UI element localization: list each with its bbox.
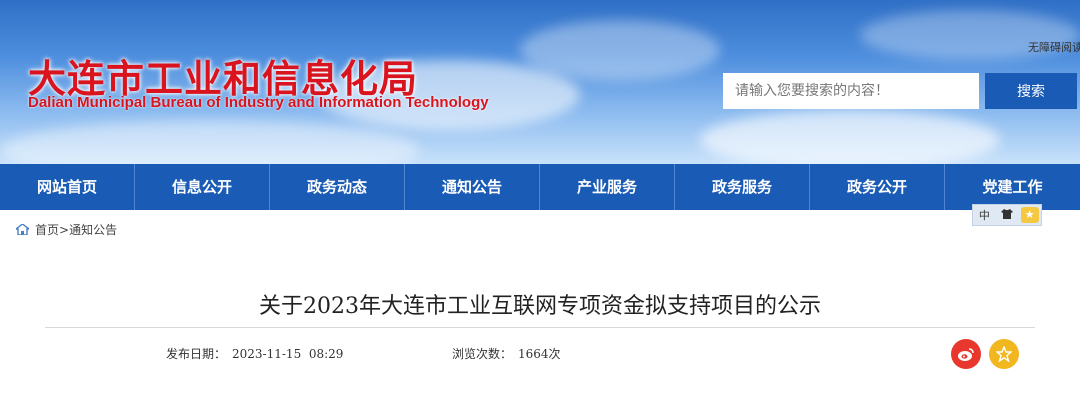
home-icon [16,224,29,235]
favorite-icon[interactable]: ★ [1020,207,1039,223]
cloud-decoration [700,110,1000,164]
nav-item-government-news[interactable]: 政务动态 [270,164,405,210]
search-button[interactable]: 搜索 [985,73,1077,109]
search-input[interactable] [723,73,979,109]
breadcrumb-separator: > [59,222,70,237]
publish-date: 发布日期： 2023-11-15 08:29 [166,345,343,362]
nav-item-government-services[interactable]: 政务服务 [675,164,810,210]
floating-toolbar: 中 ★ [972,204,1042,226]
view-count-value: 1664次 [518,347,561,361]
nav-item-government-affairs[interactable]: 政务公开 [810,164,945,210]
breadcrumb: 首页 > 通知公告 [16,221,117,238]
main-nav: 网站首页 信息公开 政务动态 通知公告 产业服务 政务服务 政务公开 党建工作 [0,164,1080,210]
shirt-icon[interactable] [998,208,1016,222]
nav-item-industry-services[interactable]: 产业服务 [540,164,675,210]
cloud-decoration [0,120,420,164]
publish-date-value: 2023-11-15 08:29 [232,347,344,361]
breadcrumb-home-link[interactable]: 首页 [35,221,59,238]
article-title: 关于2023年大连市工业互联网专项资金拟支持项目的公示 [259,294,821,319]
view-count-label: 浏览次数： [452,347,513,361]
accessible-reading-link[interactable]: 无障碍阅读 [1028,39,1080,55]
publish-date-label: 发布日期： [166,347,227,361]
language-icon[interactable]: 中 [975,207,993,223]
favorite-star-icon[interactable] [989,339,1019,369]
header-banner: 大连市工业和信息化局 Dalian Municipal Bureau of In… [0,0,1080,164]
nav-item-info-disclosure[interactable]: 信息公开 [135,164,270,210]
cloud-decoration [520,20,720,80]
site-subtitle: Dalian Municipal Bureau of Industry and … [28,94,489,111]
view-count: 浏览次数： 1664次 [452,345,561,362]
nav-item-home[interactable]: 网站首页 [0,164,135,210]
breadcrumb-current-link[interactable]: 通知公告 [69,221,117,238]
nav-item-notices[interactable]: 通知公告 [405,164,540,210]
title-divider [45,327,1035,328]
weibo-share-icon[interactable] [951,339,981,369]
